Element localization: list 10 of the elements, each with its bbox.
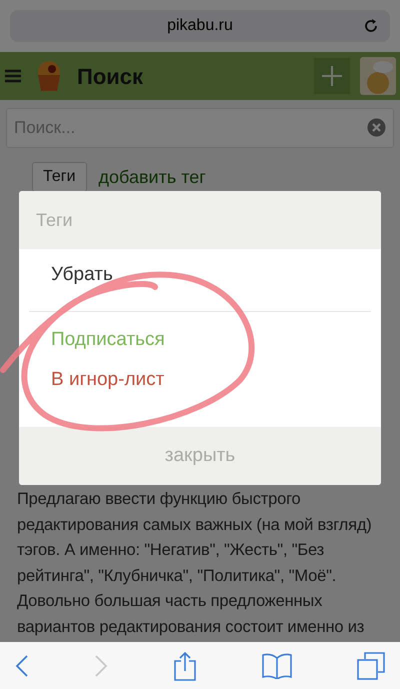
page-title: Поиск	[77, 62, 144, 90]
article-text: Предлагаю ввести функцию быстрого редактирования самых важных (на мой взгляд) тэгов. А именно: "Негатив", "Жесть", "Без рейтинга", "Клубничка", "Политика", "Моё". Довольно большая часть предложенных вариантов редактирования состоит именно из	[17, 489, 373, 638]
address-bar[interactable]: pikabu.ru	[10, 10, 390, 42]
dialog-title: Теги	[36, 208, 73, 232]
url-text: pikabu.ru	[167, 16, 233, 36]
menu-item[interactable]: Убрать	[19, 255, 381, 295]
menu-item[interactable]: В игнор-лист	[19, 360, 381, 400]
add-tag-link[interactable]: добавить тег	[98, 164, 206, 190]
tags-button[interactable]: Теги	[32, 162, 87, 192]
menu-item[interactable]: Подписаться	[19, 320, 381, 360]
